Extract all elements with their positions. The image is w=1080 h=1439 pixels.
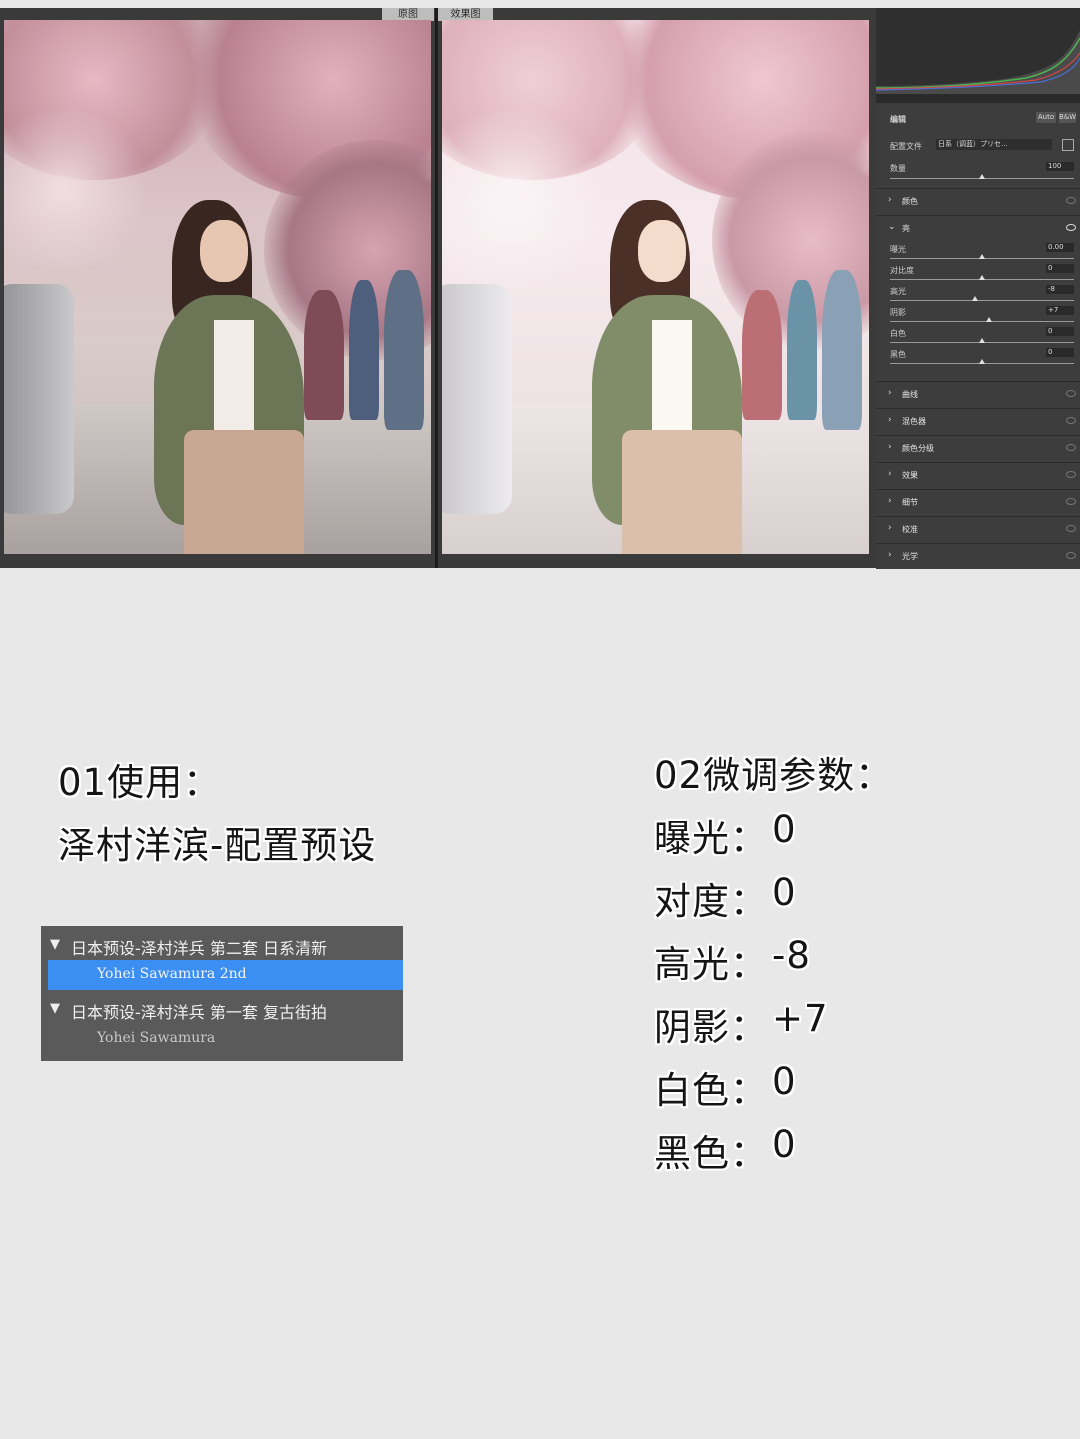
step1-heading: 01使用： [58, 761, 222, 804]
triangle-down-icon: ▼ [50, 937, 60, 952]
profile-label: 配置文件 [890, 142, 922, 151]
param-value: +7 [772, 997, 829, 1040]
slider-knob[interactable] [979, 359, 985, 364]
slider-label: 曝光 [890, 245, 906, 254]
chevron-right-icon: › [888, 442, 892, 452]
step1-preset-name: 泽村洋滨-配置预设 [58, 824, 377, 867]
amount-value[interactable]: 100 [1046, 162, 1074, 171]
slider-value[interactable]: -8 [1046, 285, 1074, 294]
editor-screenshot: 原图 效果图 编辑 Auto B&W 配置文件 日系（调蓝）プリセ... 数量 … [0, 8, 1080, 569]
section-detail[interactable]: › 细节 [876, 489, 1080, 515]
eye-icon[interactable] [1066, 417, 1076, 424]
chevron-right-icon: › [888, 523, 892, 533]
param-name: 阴影： [654, 1006, 768, 1049]
chevron-right-icon: › [888, 469, 892, 479]
preset-group[interactable]: ▼ 日本预设-泽村洋兵 第一套 复古街拍 [41, 993, 403, 1023]
section-effects[interactable]: › 效果 [876, 462, 1080, 488]
eye-icon[interactable] [1066, 525, 1076, 532]
slider-value[interactable]: +7 [1046, 306, 1074, 315]
chevron-right-icon: › [888, 496, 892, 506]
section-title: 细节 [902, 498, 918, 507]
slider-track[interactable] [890, 321, 1074, 322]
slider-label: 对比度 [890, 266, 914, 275]
section-title: 校准 [902, 525, 918, 534]
eye-icon[interactable] [1066, 498, 1076, 505]
slider-value[interactable]: 0 [1046, 348, 1074, 357]
chevron-down-icon: ⌄ [888, 222, 896, 232]
preset-item-selected[interactable]: Yohei Sawamura 2nd [48, 960, 403, 990]
section-mixer[interactable]: › 混色器 [876, 408, 1080, 434]
amount-label: 数量 [890, 164, 906, 173]
slider-value[interactable]: 0 [1046, 264, 1074, 273]
section-color[interactable]: › 颜色 [876, 188, 1080, 214]
profile-select[interactable]: 日系（调蓝）プリセ... [936, 139, 1052, 150]
preset-group-label: 日本预设-泽村洋兵 第二套 日系清新 [71, 939, 327, 958]
preset-list: ▼ 日本预设-泽村洋兵 第二套 日系清新 Yohei Sawamura 2nd … [41, 926, 403, 1061]
section-title: 效果 [902, 471, 918, 480]
param-value: 0 [772, 1060, 797, 1103]
slider-knob[interactable] [979, 338, 985, 343]
eye-icon[interactable] [1066, 471, 1076, 478]
param-name: 对度： [654, 880, 768, 923]
section-grading[interactable]: › 颜色分级 [876, 435, 1080, 461]
preset-group-label: 日本预设-泽村洋兵 第一套 复古街拍 [71, 1003, 327, 1022]
view-divider [435, 8, 438, 568]
eye-icon[interactable] [1066, 390, 1076, 397]
triangle-down-icon: ▼ [50, 1001, 60, 1016]
slider-label: 白色 [890, 329, 906, 338]
eye-icon[interactable] [1066, 552, 1076, 559]
param-value: -8 [772, 934, 811, 977]
chevron-right-icon: › [888, 195, 892, 205]
slider-knob[interactable] [979, 254, 985, 259]
preset-group[interactable]: ▼ 日本预设-泽村洋兵 第二套 日系清新 [41, 929, 403, 959]
preset-item-label: Yohei Sawamura [97, 1030, 216, 1046]
histogram [875, 8, 1080, 103]
section-title: 光学 [902, 552, 918, 561]
param-name: 黑色： [654, 1132, 768, 1175]
section-light[interactable]: ⌄ 亮 [876, 215, 1080, 236]
param-name: 白色： [654, 1069, 768, 1112]
param-name: 高光： [654, 943, 768, 986]
section-title: 颜色分级 [902, 444, 934, 453]
preset-item-label: Yohei Sawamura 2nd [97, 966, 247, 982]
step2-heading: 02微调参数： [654, 754, 894, 797]
slider-value[interactable]: 0.00 [1046, 243, 1074, 252]
param-value: 0 [772, 808, 797, 851]
eye-icon[interactable] [1066, 197, 1076, 204]
section-title: 混色器 [902, 417, 926, 426]
profile-browser-icon[interactable] [1062, 139, 1074, 151]
param-value: 0 [772, 871, 797, 914]
slider-knob[interactable] [971, 296, 978, 301]
bw-button[interactable]: B&W [1059, 112, 1076, 123]
section-title: 曲线 [902, 390, 918, 399]
param-value: 0 [772, 1123, 797, 1166]
section-title: 颜色 [902, 197, 918, 206]
slider-knob[interactable] [979, 275, 985, 280]
chevron-right-icon: › [888, 388, 892, 398]
section-curve[interactable]: › 曲线 [876, 381, 1080, 407]
section-title: 亮 [902, 224, 910, 233]
chevron-right-icon: › [888, 550, 892, 560]
chevron-right-icon: › [888, 415, 892, 425]
edit-title: 编辑 [890, 115, 906, 124]
slider-label: 高光 [890, 287, 906, 296]
eye-icon[interactable] [1066, 224, 1076, 231]
slider-knob[interactable] [986, 317, 993, 322]
slider-label: 阴影 [890, 308, 906, 317]
slider-track[interactable] [890, 300, 1074, 301]
slider-value[interactable]: 0 [1046, 327, 1074, 336]
slider-label: 黑色 [890, 350, 906, 359]
preset-item[interactable]: Yohei Sawamura [41, 1024, 403, 1054]
develop-panel: 编辑 Auto B&W 配置文件 日系（调蓝）プリセ... 数量 100 › 颜… [875, 8, 1080, 569]
param-name: 曝光： [654, 817, 768, 860]
section-calibration[interactable]: › 校准 [876, 516, 1080, 542]
section-optics[interactable]: › 光学 [876, 543, 1080, 569]
amount-slider-knob[interactable] [979, 174, 985, 179]
eye-icon[interactable] [1066, 444, 1076, 451]
auto-button[interactable]: Auto [1036, 112, 1056, 123]
photo-before [4, 20, 431, 554]
photo-after [442, 20, 869, 554]
